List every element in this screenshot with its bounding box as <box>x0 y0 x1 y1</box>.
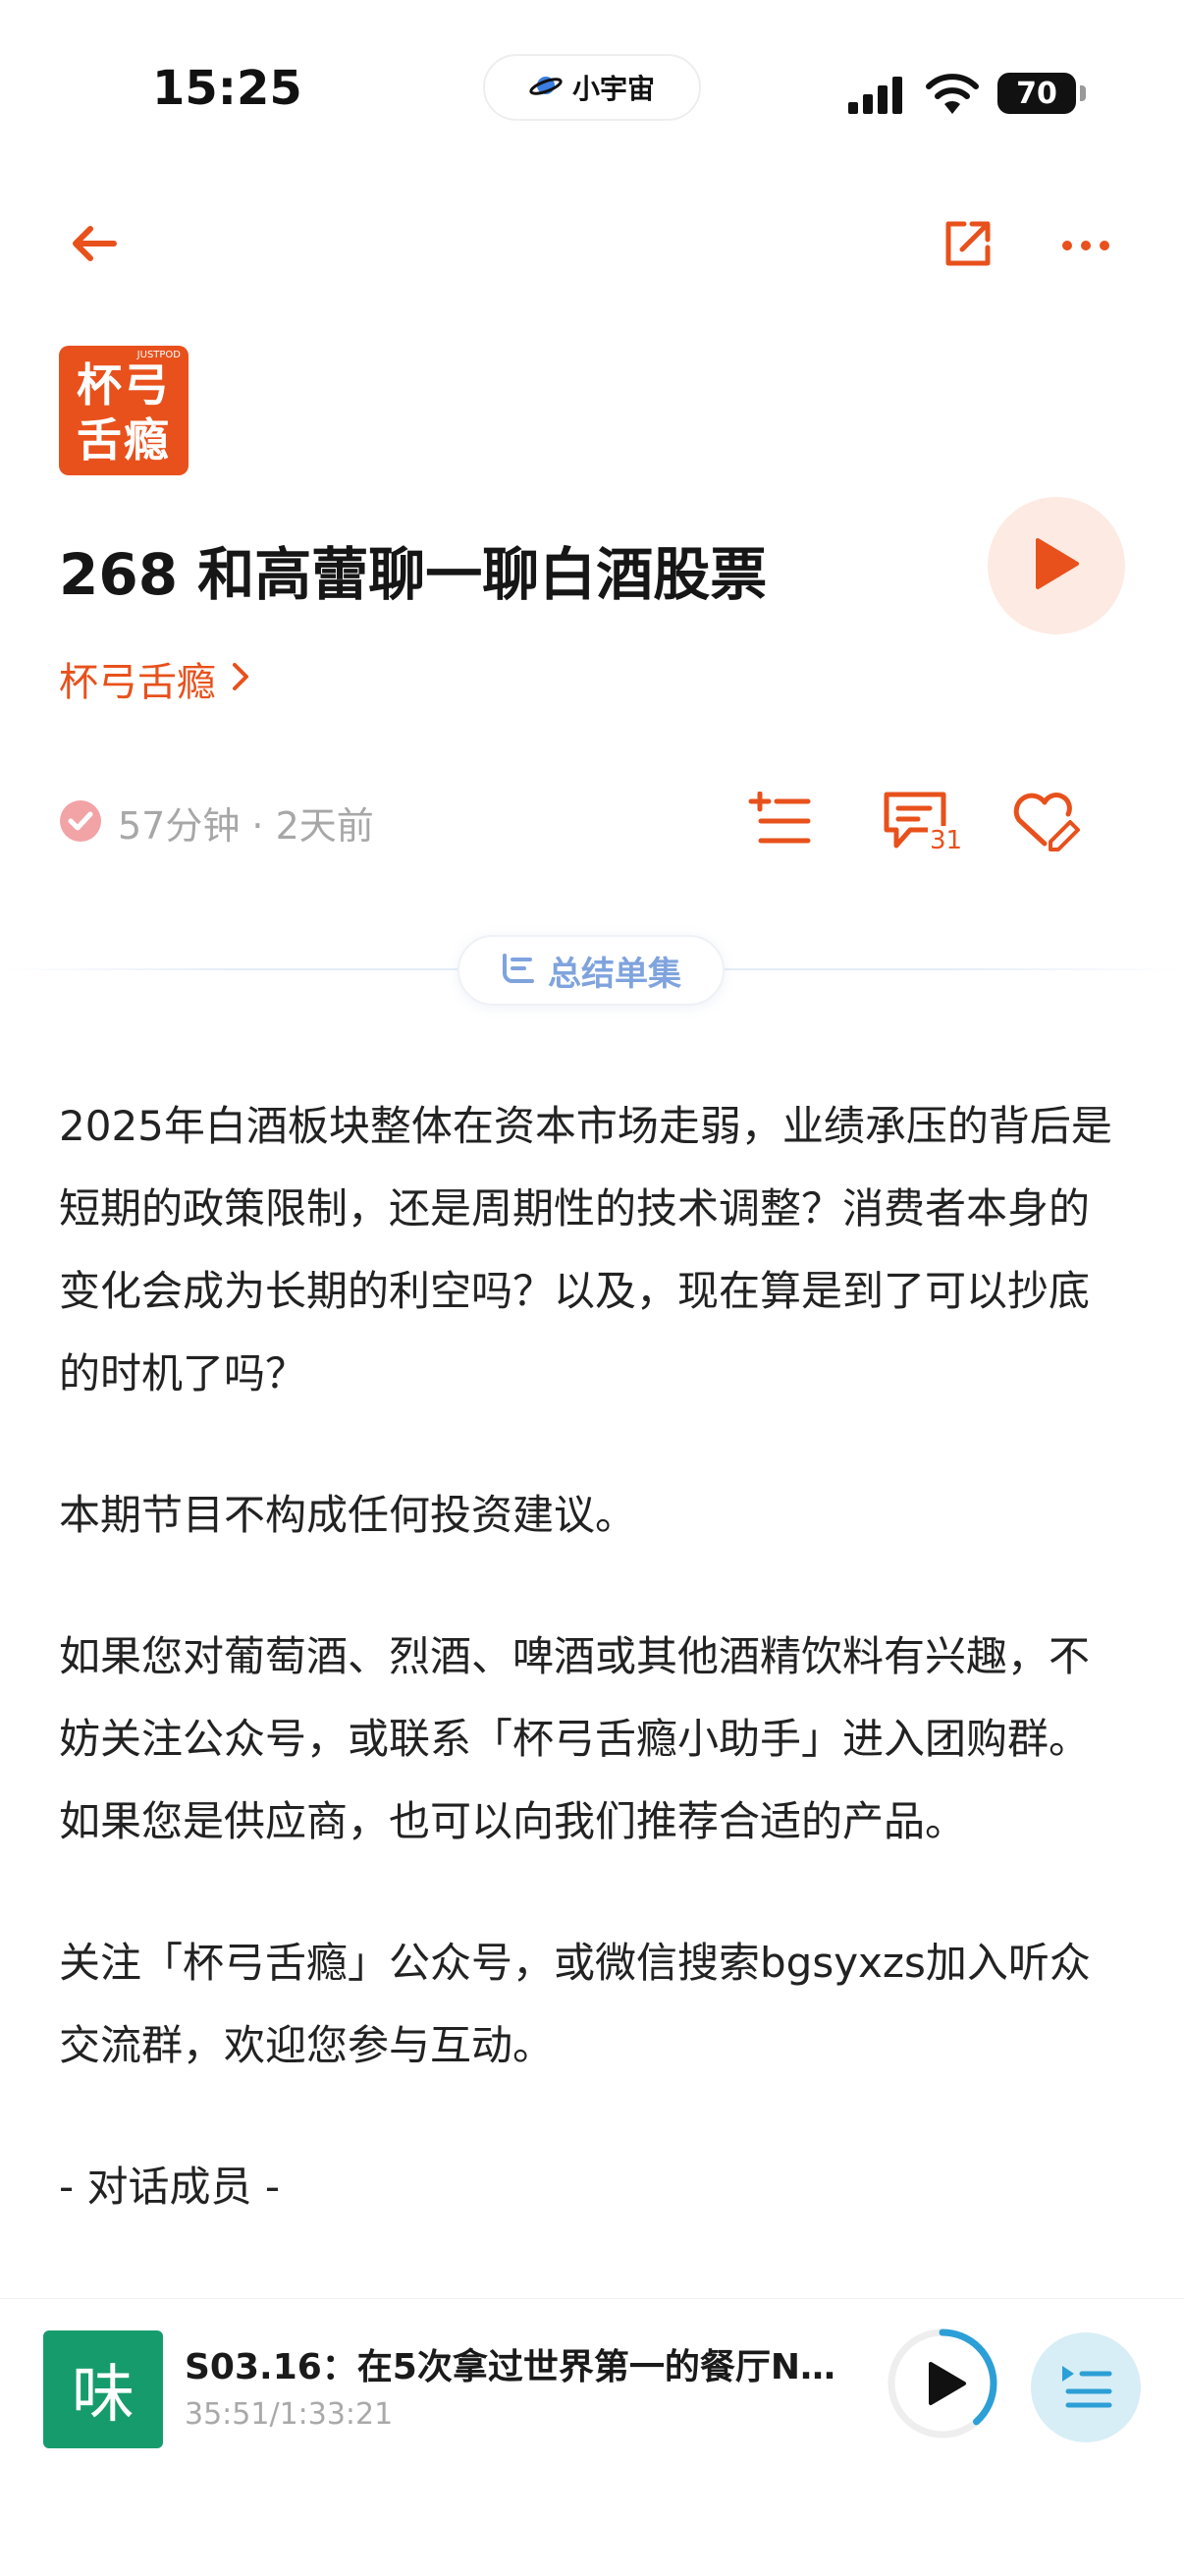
back-button[interactable] <box>55 206 134 285</box>
more-dots-icon <box>1061 237 1110 255</box>
island-app-label: 小宇宙 <box>571 73 655 105</box>
cellular-signal-icon <box>848 77 903 114</box>
played-check-icon <box>59 799 102 847</box>
progress-ring-play-icon <box>888 2329 997 2439</box>
playlist-icon <box>1058 2362 1113 2413</box>
heart-edit-icon <box>1011 791 1082 855</box>
share-button[interactable] <box>929 206 1007 285</box>
summary-icon <box>501 952 536 989</box>
playlist-add-icon <box>747 791 812 854</box>
comment-icon: 31 <box>881 789 965 857</box>
description-paragraph: 本期节目不构成任何投资建议。 <box>59 1491 637 1539</box>
mini-player-title[interactable]: S03.16：在5次拿过世界第一的餐厅N… <box>185 2338 852 2389</box>
like-button[interactable] <box>1005 782 1088 864</box>
description-paragraph: 如果您对葡萄酒、烈酒、啤酒或其他酒精饮料有兴趣，不妨关注公众号，或联系「杯弓舌瘾… <box>59 1632 1091 1845</box>
more-options-button[interactable] <box>1047 206 1125 285</box>
battery-level: 70 <box>1016 76 1057 111</box>
mini-playlist-button[interactable] <box>1031 2332 1141 2442</box>
duration-and-date: 57分钟 · 2天前 <box>118 804 374 848</box>
podcast-cover[interactable]: JUSTPOD 杯弓 舌瘾 <box>59 346 188 475</box>
episode-description: 2025年白酒板块整体在资本市场走弱，业绩承压的背后是短期的政策限制，还是周期性… <box>59 1085 1129 2287</box>
play-button[interactable] <box>988 497 1125 634</box>
mini-player[interactable]: 味 S03.16：在5次拿过世界第一的餐厅N… 35:51/1:33:21 <box>0 2298 1184 2576</box>
episode-meta: 57分钟 · 2天前 <box>59 795 374 850</box>
status-time: 15:25 <box>152 61 302 116</box>
cover-title: 杯弓 舌瘾 <box>77 358 171 466</box>
description-paragraph: 关注「杯弓舌瘾」公众号，或微信搜索bgsyxzs加入听众交流群，欢迎您参与互动。 <box>59 1939 1091 2069</box>
share-icon <box>941 216 996 275</box>
add-to-playlist-button[interactable] <box>738 782 821 864</box>
description-paragraph: - 对话成员 - <box>59 2163 281 2211</box>
description-paragraph: 2025年白酒板块整体在资本市场走弱，业绩承压的背后是短期的政策限制，还是周期性… <box>59 1102 1112 1398</box>
mini-cover-char: 味 <box>72 2359 135 2432</box>
podcast-name: 杯弓舌瘾 <box>59 660 216 705</box>
summarize-episode-button[interactable]: 总结单集 <box>457 935 725 1006</box>
comment-count: 31 <box>928 826 965 855</box>
dynamic-island: 小宇宙 <box>483 54 701 121</box>
chevron-right-icon <box>232 662 249 695</box>
mini-play-button[interactable] <box>886 2327 999 2440</box>
summary-label: 总结单集 <box>548 954 681 994</box>
comments-button[interactable]: 31 <box>874 782 972 864</box>
play-icon <box>1032 536 1081 595</box>
wifi-icon <box>925 73 980 114</box>
battery-icon: 70 <box>997 73 1086 114</box>
arrow-left-icon <box>71 224 118 267</box>
podcast-link[interactable]: 杯弓舌瘾 <box>59 650 249 707</box>
episode-title: 268 和高蕾聊一聊白酒股票 <box>59 541 768 608</box>
mini-player-cover[interactable]: 味 <box>43 2330 163 2448</box>
planet-icon <box>529 73 563 102</box>
mini-player-time: 35:51/1:33:21 <box>185 2397 394 2432</box>
